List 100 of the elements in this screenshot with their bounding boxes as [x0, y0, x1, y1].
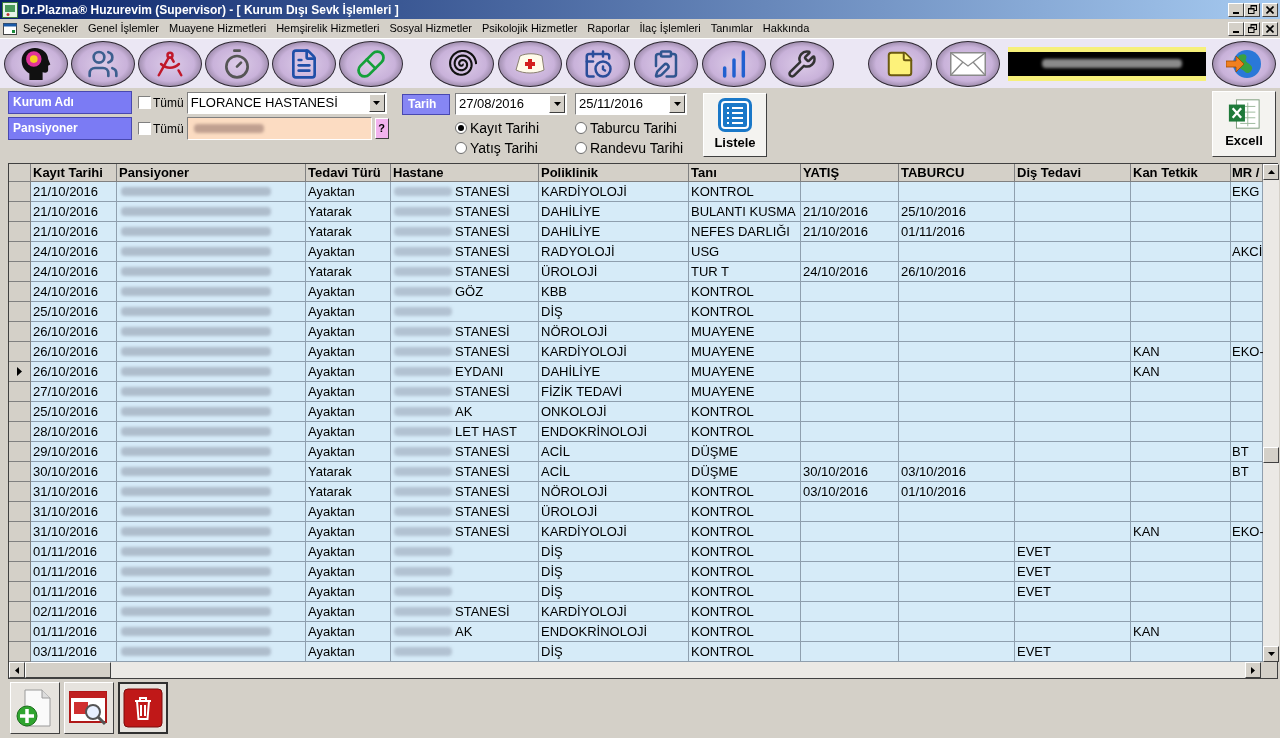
hospital-name: GÖZ: [455, 283, 484, 301]
resident-field[interactable]: [186, 117, 372, 140]
scrollbar-thumb[interactable]: [25, 662, 111, 678]
column-header[interactable]: YATIŞ: [801, 164, 899, 182]
preview-button[interactable]: [64, 682, 114, 734]
column-header[interactable]: TABURCU: [899, 164, 1015, 182]
redacted-text: [394, 387, 452, 396]
delete-button[interactable]: [118, 682, 168, 734]
envelope-icon: [950, 51, 986, 76]
table-cell: KAN: [1131, 622, 1231, 642]
app-icon: [2, 1, 18, 18]
table-cell: DAHİLİYE: [539, 222, 689, 242]
table-cell: 26/10/2016: [31, 322, 117, 342]
redacted-text: [394, 607, 452, 616]
table-cell: DİŞ: [539, 562, 689, 582]
redacted-text: [394, 347, 452, 356]
table-cell: 24/10/2016: [31, 262, 117, 282]
scroll-right-button[interactable]: [1245, 662, 1262, 678]
dropdown-button[interactable]: [669, 95, 685, 113]
hospital-name: STANESİ: [455, 603, 510, 621]
table-cell: ONKOLOJİ: [539, 402, 689, 422]
table-cell: 24/10/2016: [801, 262, 899, 282]
hospital-name: STANESİ: [455, 323, 510, 341]
radio-button[interactable]: [575, 142, 587, 154]
row-pointer-icon: [17, 367, 22, 376]
table-cell: BULANTI KUSMA: [689, 202, 801, 222]
column-header[interactable]: MR /: [1231, 164, 1263, 182]
corner-header: [9, 164, 31, 182]
trash-icon: [123, 688, 163, 728]
table-cell: USG: [689, 242, 801, 262]
table-cell: 25/10/2016: [31, 402, 117, 422]
close-button[interactable]: [1262, 21, 1278, 36]
checkbox[interactable]: [138, 122, 151, 135]
hospital-name: AK: [455, 623, 473, 641]
table-cell: KONTROL: [689, 582, 801, 602]
end-date-select[interactable]: 25/11/2016: [575, 93, 687, 115]
scroll-down-button[interactable]: [1263, 646, 1279, 662]
radio-button[interactable]: [575, 122, 587, 134]
table-cell: ÜROLOJİ: [539, 262, 689, 282]
table-cell: 21/10/2016: [801, 222, 899, 242]
restore-button[interactable]: [1244, 21, 1260, 36]
column-header[interactable]: Diş Tedavi: [1015, 164, 1131, 182]
close-icon: [1266, 5, 1274, 14]
menu-item[interactable]: Seçenekler: [18, 19, 84, 38]
table-cell: 01/11/2016: [31, 542, 117, 562]
scroll-left-button[interactable]: [9, 662, 25, 678]
column-header[interactable]: Pansiyoner: [117, 164, 306, 182]
redacted-text: [394, 527, 452, 536]
column-header[interactable]: Tanı: [689, 164, 801, 182]
hospital-name: STANESİ: [455, 243, 510, 261]
menu-item[interactable]: Genel İşlemler: [83, 19, 164, 38]
table-cell: 26/10/2016: [31, 362, 117, 382]
table-cell: 21/10/2016: [801, 202, 899, 222]
menu-item[interactable]: Psikolojik Hizmetler: [477, 19, 583, 38]
excel-button[interactable]: Excell: [1212, 91, 1276, 157]
minimize-button[interactable]: [1228, 21, 1244, 36]
dropdown-button[interactable]: [368, 93, 385, 112]
start-date-select[interactable]: 27/08/2016: [455, 93, 567, 115]
table-cell: Ayaktan: [306, 542, 391, 562]
add-button[interactable]: [10, 682, 60, 734]
radio-label: Yatış Tarihi: [470, 138, 538, 158]
radio-button[interactable]: [455, 122, 467, 134]
down-arrow-icon: [1267, 652, 1275, 656]
menu-item[interactable]: Raporlar: [582, 19, 635, 38]
menu-item[interactable]: Sosyal Hizmetler: [384, 19, 477, 38]
table-cell: KARDİYOLOJİ: [539, 342, 689, 362]
table-cell: KARDİYOLOJİ: [539, 602, 689, 622]
up-arrow-icon: [1267, 170, 1275, 174]
help-button[interactable]: ?: [374, 118, 389, 139]
table-cell: DAHİLİYE: [539, 362, 689, 382]
menu-item[interactable]: Hakkında: [757, 19, 815, 38]
column-header[interactable]: Hastane: [391, 164, 539, 182]
scrollbar-thumb[interactable]: [1263, 447, 1279, 463]
dropdown-button[interactable]: [549, 95, 565, 113]
restore-button[interactable]: [1244, 2, 1260, 17]
scroll-up-button[interactable]: [1263, 164, 1279, 180]
table-cell: Ayaktan: [306, 382, 391, 402]
table-cell: 21/10/2016: [31, 202, 117, 222]
menu-item[interactable]: Muayene Hizmetleri: [163, 19, 272, 38]
column-header[interactable]: Poliklinik: [539, 164, 689, 182]
column-header[interactable]: Kan Tetkik: [1131, 164, 1231, 182]
column-header[interactable]: Kayıt Tarihi: [31, 164, 117, 182]
table-cell: 25/10/2016: [899, 202, 1015, 222]
redacted-text: [394, 207, 452, 216]
menu-item[interactable]: İlaç İşlemleri: [634, 19, 706, 38]
radio-button[interactable]: [455, 142, 467, 154]
row-header[interactable]: [9, 362, 31, 382]
menu-item[interactable]: Tanımlar: [705, 19, 758, 38]
list-button[interactable]: Listele: [703, 93, 767, 157]
minimize-button[interactable]: [1228, 2, 1244, 17]
table-cell: Ayaktan: [306, 622, 391, 642]
restore-icon: [1247, 5, 1257, 14]
close-icon: [1266, 24, 1274, 33]
menu-item[interactable]: Hemşirelik Hizmetleri: [271, 19, 385, 38]
hospital-name: STANESİ: [455, 203, 510, 221]
checkbox[interactable]: [138, 96, 151, 109]
close-button[interactable]: [1262, 2, 1278, 17]
left-arrow-icon: [15, 666, 19, 674]
column-header[interactable]: Tedavi Türü: [306, 164, 391, 182]
institution-select[interactable]: FLORANCE HASTANESİ: [186, 91, 387, 114]
